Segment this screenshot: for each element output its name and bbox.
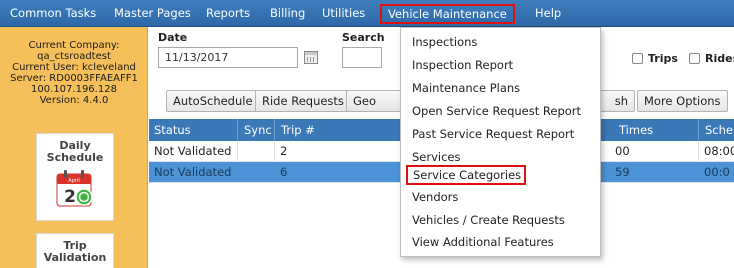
menu-item-view-additional-features[interactable]: View Additional Features (401, 231, 600, 253)
trips-checkbox-label: Trips (648, 52, 678, 65)
date-label: Date (158, 31, 188, 44)
row-times: 59 (615, 165, 630, 179)
trip-validation-card[interactable]: Trip Validation (36, 233, 114, 268)
nav-master-pages[interactable]: Master Pages (114, 0, 191, 27)
date-field[interactable]: 11/13/2017 (158, 47, 298, 68)
search-label: Search (342, 31, 385, 44)
menu-item-past-service-request-report[interactable]: Past Service Request Report (401, 123, 600, 145)
menu-item-vehicles-create-requests[interactable]: Vehicles / Create Requests (401, 209, 600, 231)
row-trip-number: 2 (280, 144, 288, 158)
calendar-icon: April 2 (56, 170, 93, 207)
menu-item-open-service-request-report[interactable]: Open Service Request Report (401, 100, 600, 122)
card-title: Validation (43, 251, 107, 264)
col-status[interactable]: Status (154, 119, 191, 141)
menu-item-service-categories[interactable]: Service Categories (406, 165, 526, 185)
nav-vehicle-maintenance[interactable]: Vehicle Maintenance (380, 4, 515, 24)
trips-checkbox[interactable] (632, 53, 643, 64)
nav-common-tasks[interactable]: Common Tasks (10, 0, 96, 27)
nav-billing[interactable]: Billing (270, 0, 305, 27)
menu-item-inspections[interactable]: Inspections (401, 31, 600, 53)
menu-item-vendors[interactable]: Vendors (401, 186, 600, 208)
row-status: Not Validated (154, 165, 232, 179)
company-line: Version: 4.4.0 (39, 95, 109, 106)
daily-schedule-card[interactable]: Daily Schedule April 2 (36, 133, 114, 221)
menu-item-inspection-report[interactable]: Inspection Report (401, 54, 600, 76)
sidebar: Current Company: qa_ctsroadtest Current … (0, 27, 148, 268)
company-line: Current Company: (28, 40, 120, 51)
company-info: Current Company: qa_ctsroadtest Current … (0, 40, 148, 106)
company-line: Server: RD0003FFAEAFF1 (10, 73, 138, 84)
geo-button[interactable]: Geo (346, 90, 402, 112)
company-line: Current User: kcleveland (12, 62, 136, 73)
nav-help[interactable]: Help (535, 0, 561, 27)
vehicle-maintenance-menu: Inspections Inspection Report Maintenanc… (400, 27, 601, 257)
col-trip-number[interactable]: Trip # (274, 119, 315, 141)
ride-requests-button[interactable]: Ride Requests (255, 90, 351, 112)
col-times[interactable]: Times (619, 119, 653, 141)
more-options-button[interactable]: More Options (637, 90, 728, 112)
card-title: Schedule (46, 151, 104, 164)
nav-utilities[interactable]: Utilities (322, 0, 365, 27)
search-input[interactable] (342, 47, 382, 68)
menu-item-maintenance-plans[interactable]: Maintenance Plans (401, 77, 600, 99)
col-sync[interactable]: Sync (237, 119, 272, 141)
row-schedule: 00:0 (704, 165, 730, 179)
autoschedule-button[interactable]: AutoSchedule (166, 90, 260, 112)
rides-checkbox[interactable] (689, 53, 700, 64)
row-schedule: 08:00 (704, 144, 734, 158)
top-nav-bar: Common Tasks Master Pages Reports Billin… (0, 0, 734, 27)
refresh-button[interactable]: sh (595, 90, 635, 112)
nav-reports[interactable]: Reports (206, 0, 250, 27)
calendar-month: April (68, 178, 79, 184)
company-line: qa_ctsroadtest (37, 51, 111, 62)
col-schedule[interactable]: Sche (698, 119, 733, 141)
calendar-picker-icon[interactable] (304, 51, 318, 64)
row-status: Not Validated (154, 144, 232, 158)
company-line: 100.107.196.128 (31, 84, 117, 95)
row-times: 00 (615, 144, 630, 158)
rides-checkbox-label: Rides (705, 52, 734, 65)
calendar-digit: 2 (64, 187, 76, 207)
row-trip-number: 6 (280, 165, 288, 179)
